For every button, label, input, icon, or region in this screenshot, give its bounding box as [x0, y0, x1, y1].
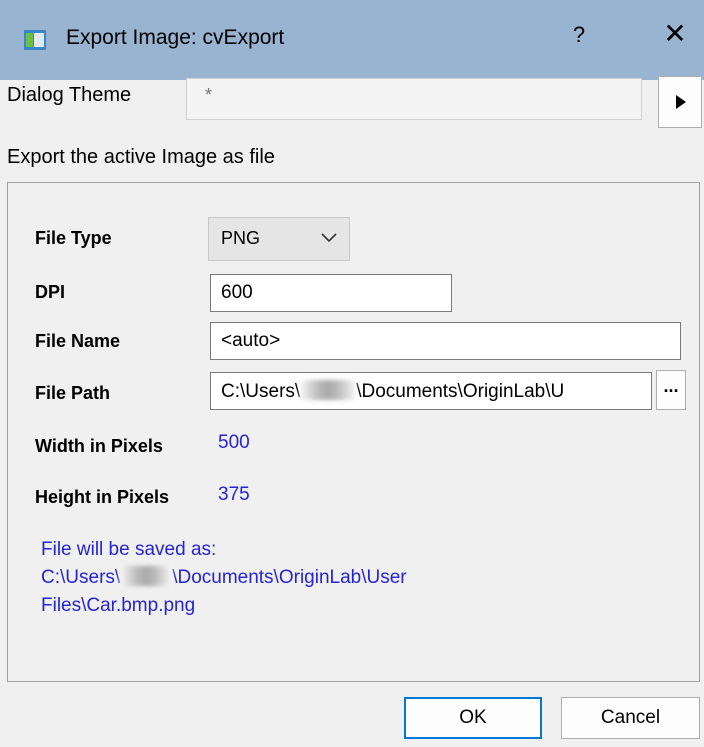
file-path-prefix: C:\Users\ [221, 381, 301, 402]
file-type-label: File Type [35, 228, 112, 248]
redacted-username [300, 380, 357, 400]
width-pixels-value: 500 [218, 432, 250, 453]
height-pixels-label: Height in Pixels [35, 487, 170, 507]
dialog-theme-label: Dialog Theme [7, 84, 132, 106]
window-title: Export Image: cvExport [66, 26, 285, 49]
file-type-select[interactable]: PNG [208, 217, 350, 261]
dialog-theme-value: * [205, 85, 213, 105]
browse-button[interactable]: ... [656, 370, 686, 410]
redacted-username [120, 566, 173, 586]
saved-as-path-suffix: \Documents\OriginLab\User [172, 567, 407, 588]
saved-as-heading: File will be saved as: [41, 539, 217, 560]
app-icon [24, 30, 46, 50]
file-type-value: PNG [221, 228, 261, 248]
cancel-button[interactable]: Cancel [561, 697, 700, 739]
file-name-input[interactable]: <auto> [210, 322, 681, 360]
chevron-down-icon [321, 233, 337, 243]
height-pixels-value: 375 [218, 484, 250, 505]
dpi-input[interactable]: 600 [210, 274, 452, 312]
file-path-input[interactable]: C:\Users\ \Documents\OriginLab\U [210, 372, 652, 410]
saved-as-path-line: C:\Users\ \Documents\OriginLab\User [41, 564, 407, 592]
dialog-theme-field[interactable]: * [186, 78, 642, 120]
close-button[interactable]: ✕ [661, 18, 689, 50]
file-path-suffix: \Documents\OriginLab\U [356, 381, 565, 402]
dpi-label: DPI [35, 282, 66, 302]
saved-as-filename: Files\Car.bmp.png [41, 595, 196, 616]
dialog-description: Export the active Image as file [7, 146, 275, 168]
play-icon [676, 95, 686, 109]
file-name-label: File Name [35, 331, 121, 351]
theme-menu-button[interactable] [658, 76, 702, 128]
title-bar: Export Image: cvExport ? ✕ [0, 0, 704, 80]
file-path-label: File Path [35, 383, 111, 403]
ok-button[interactable]: OK [404, 697, 542, 739]
saved-as-info: File will be saved as: C:\Users\ \Documen… [41, 536, 407, 620]
help-button[interactable]: ? [567, 22, 591, 48]
width-pixels-label: Width in Pixels [35, 436, 163, 456]
saved-as-path-prefix: C:\Users\ [41, 567, 121, 588]
